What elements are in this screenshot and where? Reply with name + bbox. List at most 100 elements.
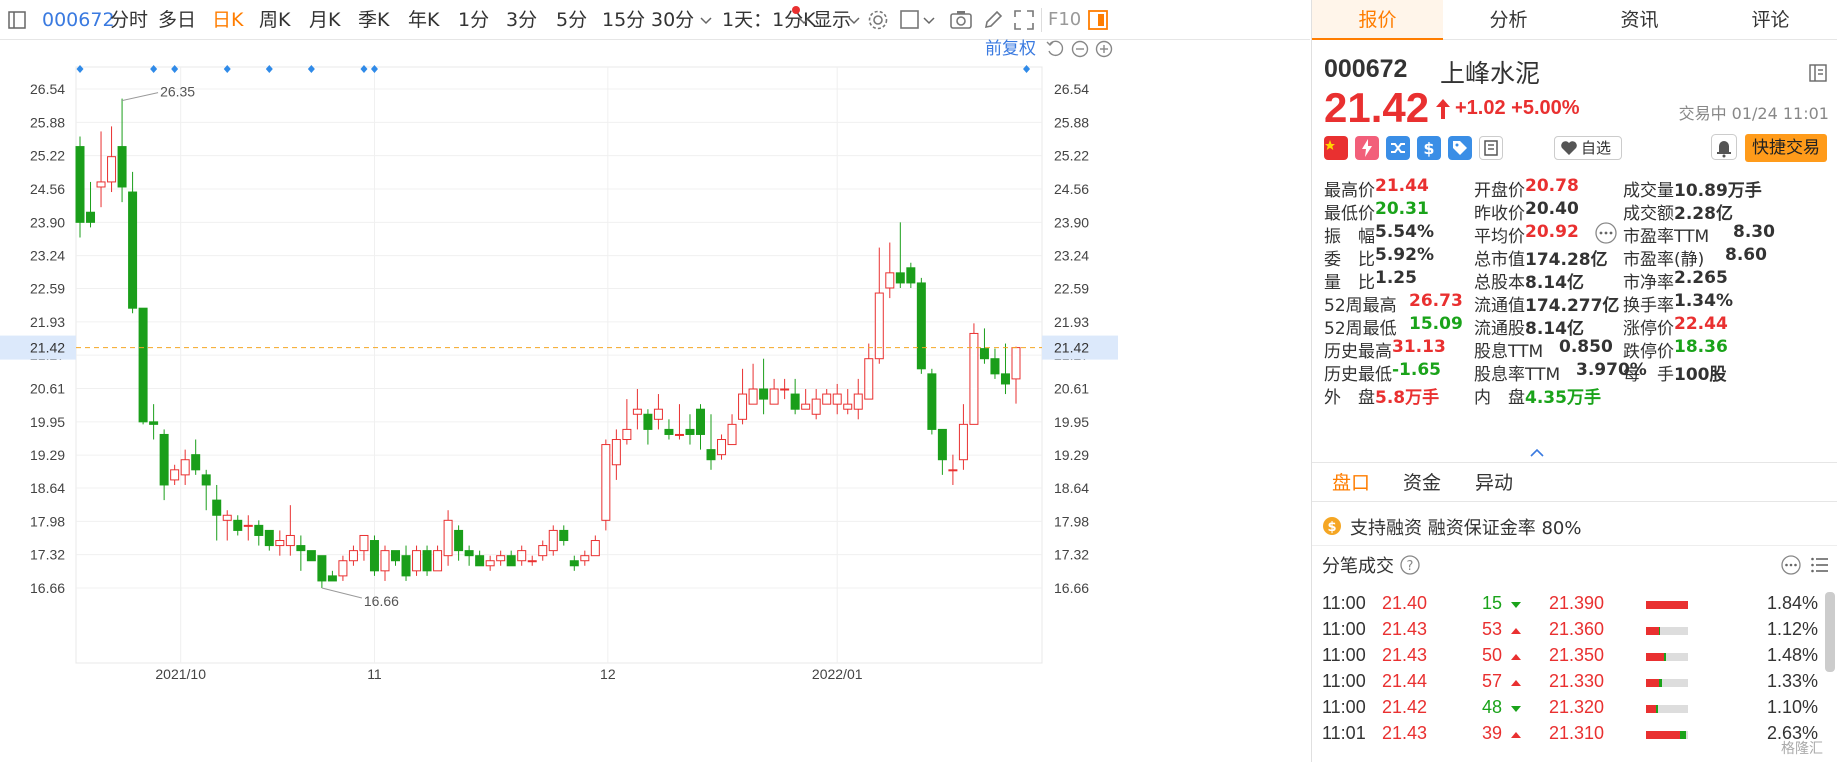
y-tick-label: 17.98: [30, 513, 65, 529]
candle-up: [853, 393, 863, 410]
triangle-down-icon: [1511, 602, 1521, 608]
more-dots-icon[interactable]: [1595, 222, 1617, 244]
y-tick-label-right: 25.88: [1054, 114, 1089, 130]
trade-cell: 11:00: [1322, 619, 1366, 639]
pen-draw-icon[interactable]: [983, 10, 1003, 30]
period-tab[interactable]: 1分: [458, 0, 489, 40]
trade-row: 11:01 21.43 39 21.310 2.63%: [1312, 723, 1837, 753]
y-tick-label-right: 17.98: [1054, 513, 1089, 529]
trade-cell: 15: [1482, 593, 1503, 613]
sidebar-toggle-icon[interactable]: [8, 11, 26, 29]
coin-icon: $: [1323, 517, 1341, 535]
flash-icon[interactable]: [1355, 136, 1379, 160]
period-tab[interactable]: 3分: [506, 0, 537, 40]
notebook-icon[interactable]: [1479, 136, 1503, 160]
stat-value: 10.89万手: [1674, 181, 1762, 201]
kline-chart[interactable]: 前复权 26.54 26.54 25.88 25.88 25.22 25.22 24.56 2…: [0, 39, 1310, 762]
china-flag-icon[interactable]: [1324, 136, 1348, 160]
zoom-out-icon[interactable]: [1071, 40, 1089, 58]
stat-label: 开盘价: [1474, 181, 1525, 201]
camera-icon[interactable]: [950, 10, 972, 30]
quick-trade-button[interactable]: 快捷交易: [1745, 134, 1827, 162]
stat-value: 8.60: [1725, 245, 1767, 265]
y-tick-label: 18.64: [30, 480, 65, 496]
candle-down: [979, 348, 989, 360]
tab-orderbook[interactable]: 盘口: [1332, 463, 1370, 503]
period-tab[interactable]: 15分: [602, 0, 645, 40]
candle-down: [990, 358, 1000, 375]
period-tab[interactable]: 5分: [556, 0, 587, 40]
event-marker-icon: [307, 65, 315, 73]
candle-down: [506, 555, 516, 567]
quote-panel: 报价 分析 资讯 评论 000672 上峰水泥 21.42 +1.02 +5.0…: [1311, 0, 1837, 762]
scrollbar[interactable]: [1825, 592, 1835, 672]
help-icon[interactable]: ?: [1400, 555, 1420, 575]
collapse-panel-icon[interactable]: [1809, 64, 1827, 82]
more-options-icon[interactable]: [1781, 555, 1801, 575]
tab-news[interactable]: 资讯: [1574, 0, 1705, 40]
bell-icon[interactable]: [1711, 134, 1737, 160]
period-tab[interactable]: 日K: [212, 0, 243, 40]
y-tick-label-right: 16.66: [1054, 580, 1089, 596]
panel-layout-icon[interactable]: [1088, 10, 1108, 30]
settings-gear-icon[interactable]: [867, 9, 889, 31]
candle-up: [107, 156, 117, 183]
candle-up: [780, 388, 790, 391]
candle-up: [538, 545, 548, 557]
dollar-icon[interactable]: $: [1417, 136, 1441, 160]
period-tab[interactable]: 分时: [110, 0, 148, 40]
chevron-down-icon[interactable]: [848, 16, 860, 26]
reset-icon[interactable]: [1046, 40, 1064, 58]
tab-analysis[interactable]: 分析: [1443, 0, 1574, 40]
chevron-up-icon[interactable]: [1530, 448, 1544, 458]
chevron-down-icon[interactable]: [798, 16, 810, 26]
stat-value: 1.34%: [1674, 291, 1733, 311]
tab-comments[interactable]: 评论: [1705, 0, 1836, 40]
stat-value: 20.40: [1525, 199, 1579, 219]
chevron-down-icon[interactable]: [700, 16, 712, 26]
candlestick-plot[interactable]: 26.54 26.54 25.88 25.88 25.22 25.22 24.56 24.56…: [0, 41, 1118, 762]
stat-label: 流通股: [1474, 319, 1525, 339]
list-menu-icon[interactable]: [1811, 556, 1829, 574]
add-watchlist-button[interactable]: 自选: [1554, 136, 1622, 160]
min-annotation: 16.66: [364, 593, 399, 609]
event-marker-icon: [76, 65, 84, 73]
zoom-in-icon[interactable]: [1095, 40, 1113, 58]
svg-text:?: ?: [1407, 559, 1414, 574]
square-tool-icon[interactable]: [900, 10, 920, 30]
candle-up: [443, 519, 453, 557]
candle-down: [159, 433, 169, 486]
y-tick-label: 25.22: [30, 148, 65, 164]
tab-capital[interactable]: 资金: [1403, 463, 1441, 503]
display-menu[interactable]: 显示: [813, 0, 851, 40]
svg-text:$: $: [1423, 139, 1434, 158]
trade-cell: 21.320: [1549, 697, 1605, 717]
stat-label: 最高价: [1324, 181, 1375, 201]
period-tab[interactable]: 季K: [358, 0, 389, 40]
period-tab[interactable]: 年K: [408, 0, 439, 40]
sub-tabs: 盘口 资金 异动: [1312, 462, 1837, 502]
period-tab[interactable]: 月K: [309, 0, 340, 40]
candle-up: [412, 550, 422, 572]
period-tab[interactable]: 多日: [158, 0, 196, 40]
candle-up: [485, 560, 495, 567]
fullscreen-icon[interactable]: [1014, 10, 1034, 30]
tag-icon[interactable]: [1448, 136, 1472, 160]
tab-anomaly[interactable]: 异动: [1475, 463, 1513, 503]
trade-cell: 21.43: [1382, 723, 1428, 743]
candle-down: [916, 282, 926, 370]
tab-quote[interactable]: 报价: [1312, 0, 1443, 40]
stock-code[interactable]: 000672: [42, 0, 115, 40]
f10-button[interactable]: F10: [1048, 0, 1081, 40]
candle-down: [306, 550, 316, 562]
shuffle-icon[interactable]: [1386, 136, 1410, 160]
candle-up: [180, 459, 190, 476]
y-tick-label: 19.29: [30, 447, 65, 463]
period-tab[interactable]: 30分: [651, 0, 694, 40]
stat-label: 外 盘: [1324, 388, 1375, 408]
trade-cell: 21.40: [1382, 593, 1428, 613]
period-tab[interactable]: 周K: [259, 0, 290, 40]
stat-label: 振 幅: [1324, 227, 1375, 247]
chevron-down-icon[interactable]: [923, 16, 935, 26]
candle-up: [611, 439, 621, 466]
